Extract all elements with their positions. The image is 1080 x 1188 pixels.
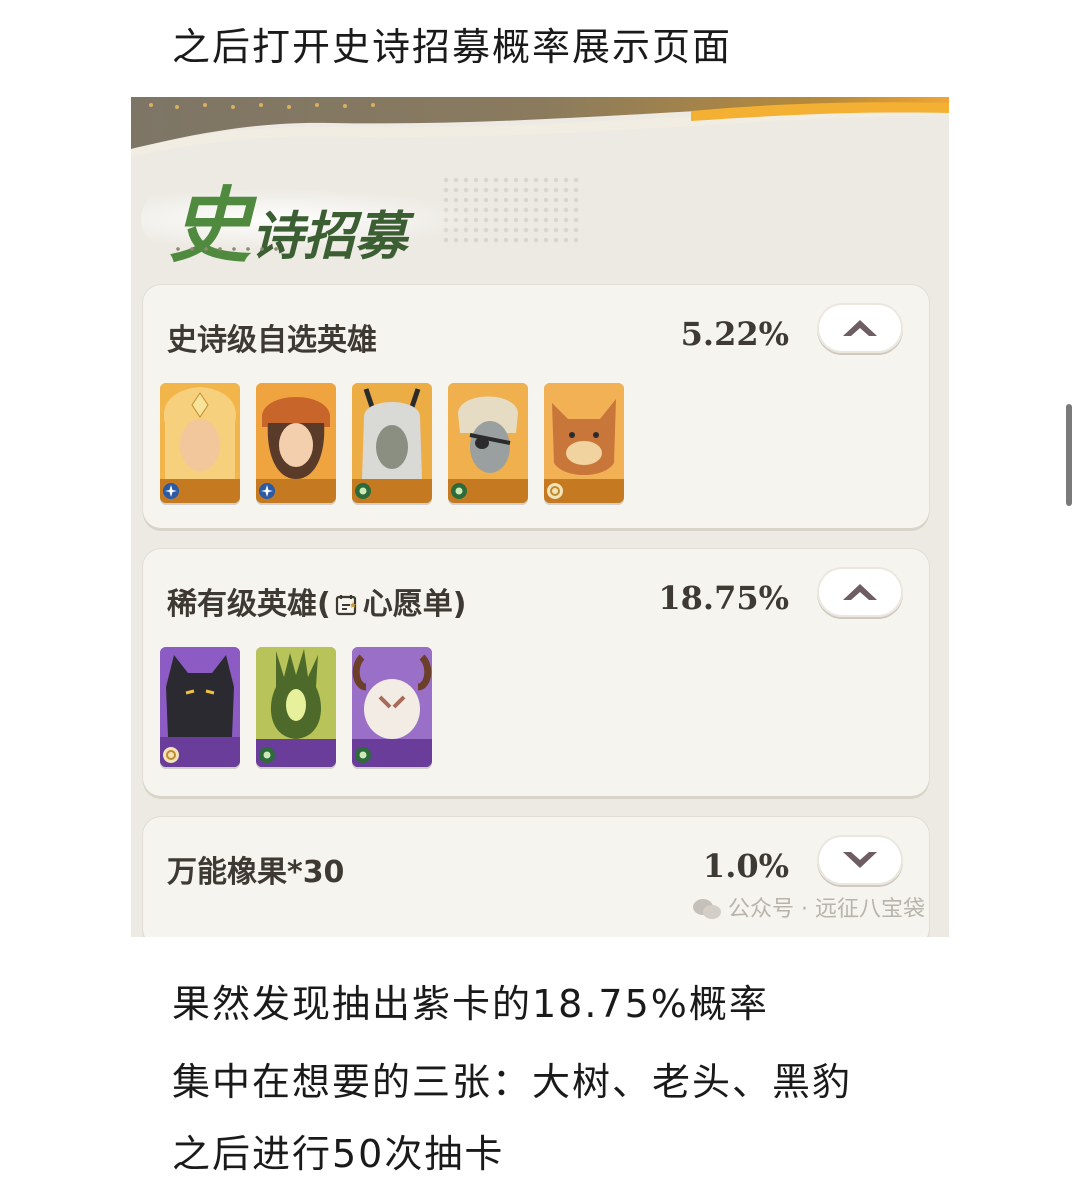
chevron-up-icon <box>843 584 877 600</box>
hero-portrait-eyepatch <box>448 383 528 503</box>
title-underline-dots <box>171 247 281 251</box>
chevron-up-icon <box>843 320 877 336</box>
screen-title-first: 史 <box>169 178 251 274</box>
wechat-icon <box>693 899 722 919</box>
hero-portrait-big-tree <box>256 647 336 767</box>
watermark: 公众号 · 远征八宝袋 <box>692 891 925 923</box>
collapse-button[interactable] <box>817 567 903 617</box>
recruit-probability-screenshot: 史诗招募 史诗级自选英雄 5.22% 稀有级英雄(心愿单) 18.75% 万能… <box>131 97 949 937</box>
hero-card[interactable] <box>256 383 336 503</box>
conclusion-line-2: 集中在想要的三张：大树、老头、黑豹 <box>172 1060 853 1104</box>
epic-hero-rate: 5.22% <box>680 315 789 353</box>
epic-hero-panel: 史诗级自选英雄 5.22% <box>143 285 929 528</box>
hero-card[interactable] <box>160 383 240 503</box>
conclusion-line-3: 之后进行50次抽卡 <box>172 1132 505 1176</box>
hero-card[interactable] <box>160 647 240 767</box>
hero-card[interactable] <box>448 383 528 503</box>
screen-title-rest: 诗招募 <box>251 206 408 267</box>
hero-portrait-hyena <box>544 383 624 503</box>
rare-hero-rate: 18.75% <box>658 579 789 617</box>
scrollbar[interactable] <box>1066 404 1072 506</box>
screen-title: 史诗招募 <box>169 159 407 278</box>
hero-card[interactable] <box>352 383 432 503</box>
hero-portrait-winged-knight <box>160 383 240 503</box>
hero-card[interactable] <box>256 647 336 767</box>
epic-hero-label: 史诗级自选英雄 <box>167 323 377 358</box>
rare-hero-label: 稀有级英雄( 心愿单) <box>167 579 466 623</box>
label-paren-open: ( <box>317 587 331 622</box>
hero-portrait-hat-girl <box>256 383 336 503</box>
chevron-down-icon <box>843 852 877 868</box>
rare-hero-panel: 稀有级英雄( 心愿单) 18.75% <box>143 549 929 796</box>
epic-hero-header[interactable]: 史诗级自选英雄 5.22% <box>143 285 929 373</box>
hero-portrait-old-man <box>352 647 432 767</box>
acorn-rate: 1.0% <box>702 847 789 885</box>
watermark-text: 公众号 · 远征八宝袋 <box>728 897 925 922</box>
hero-card[interactable] <box>544 383 624 503</box>
conclusion-line-1: 果然发现抽出紫卡的18.75%概率 <box>172 982 769 1026</box>
hero-portrait-black-panther <box>160 647 240 767</box>
wishlist-icon <box>335 595 356 616</box>
rare-hero-header[interactable]: 稀有级英雄( 心愿单) 18.75% <box>143 549 929 637</box>
rare-hero-label-text: 稀有级英雄 <box>167 587 317 622</box>
expand-button[interactable] <box>817 835 903 885</box>
top-banner-decoration <box>131 97 949 157</box>
intro-text: 之后打开史诗招募概率展示页面 <box>172 25 733 69</box>
hero-card[interactable] <box>352 647 432 767</box>
collapse-button[interactable] <box>817 303 903 353</box>
wishlist-label: 心愿单 <box>362 587 453 622</box>
acorn-label: 万能橡果*30 <box>167 855 345 890</box>
hero-portrait-antler-girl <box>352 383 432 503</box>
label-paren-close: ) <box>452 587 467 622</box>
